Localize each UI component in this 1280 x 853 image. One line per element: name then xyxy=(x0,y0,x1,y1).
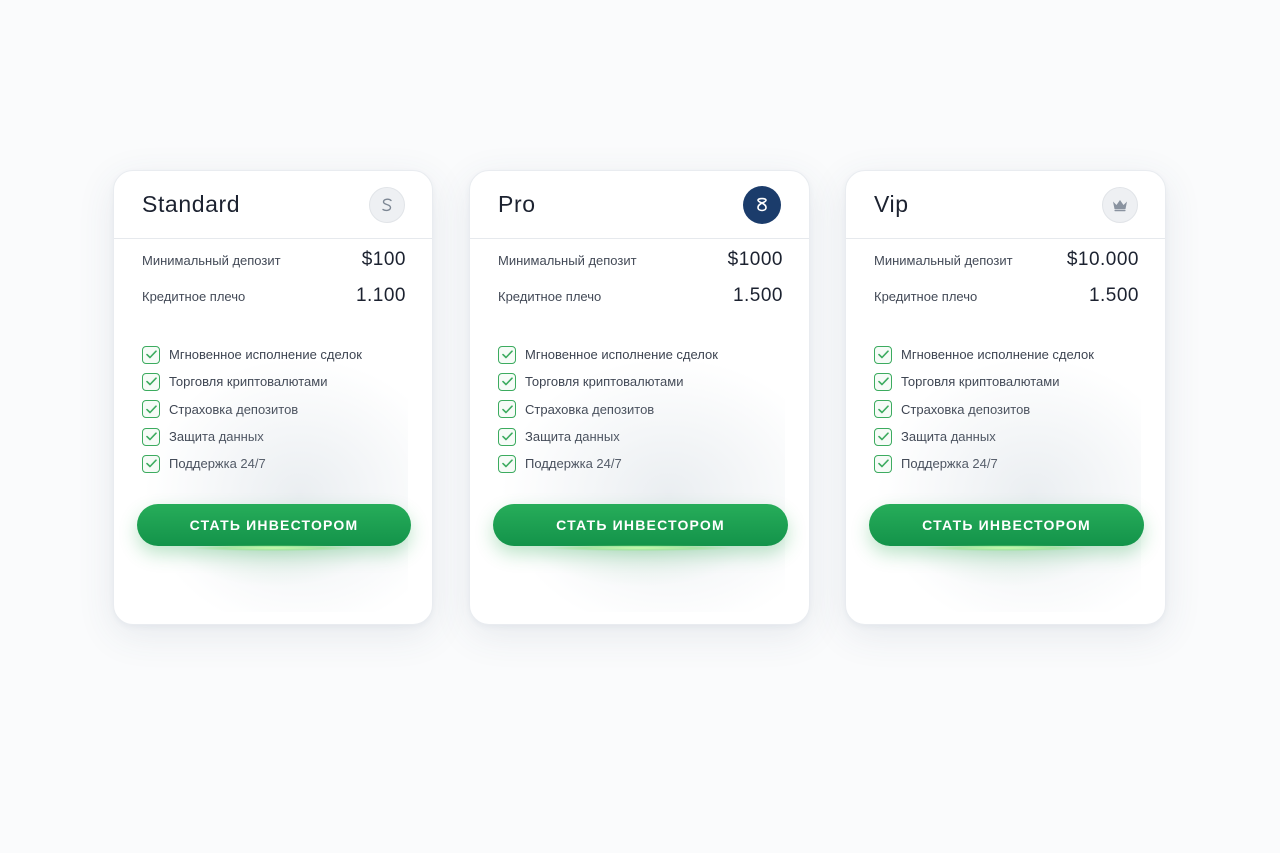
feature-item: Поддержка 24/7 xyxy=(498,450,809,477)
button-glow xyxy=(550,545,729,551)
feature-list: Мгновенное исполнение сделок Торговля кр… xyxy=(470,341,809,477)
stat-leverage: Кредитное плечо 1.500 xyxy=(498,275,783,311)
feature-label: Торговля криптовалютами xyxy=(525,374,684,390)
crown-icon xyxy=(1102,187,1138,223)
feature-item: Торговля криптовалютами xyxy=(498,368,809,395)
stat-leverage: Кредитное плечо 1.100 xyxy=(142,275,406,311)
check-icon xyxy=(874,372,892,391)
stat-label: Минимальный депозит xyxy=(874,253,1013,268)
check-icon xyxy=(498,454,516,473)
check-icon xyxy=(142,400,160,419)
feature-list: Мгновенное исполнение сделок Торговля кр… xyxy=(846,341,1165,477)
check-icon xyxy=(498,372,516,391)
feature-label: Защита данных xyxy=(901,429,996,445)
check-icon xyxy=(874,400,892,419)
pricing-section: Standard Минимальный депозит $100 Кредит… xyxy=(0,0,1280,853)
feature-item: Поддержка 24/7 xyxy=(874,450,1165,477)
stat-label: Кредитное плечо xyxy=(498,289,602,304)
feature-label: Страховка депозитов xyxy=(901,401,1031,417)
plan-header: Pro xyxy=(470,171,809,239)
plan-header: Standard xyxy=(114,171,432,239)
infinity-knot-icon xyxy=(743,186,781,224)
stat-value: $1000 xyxy=(727,249,783,270)
feature-label: Защита данных xyxy=(525,429,620,445)
plan-card-pro: Pro Минимальный депозит $1000 Кредитное … xyxy=(469,170,810,625)
stat-leverage: Кредитное плечо 1.500 xyxy=(874,275,1139,311)
check-icon xyxy=(142,372,160,391)
feature-item: Торговля криптовалютами xyxy=(142,368,432,395)
check-icon xyxy=(498,427,516,446)
feature-item: Страховка депозитов xyxy=(142,396,432,423)
become-investor-button[interactable]: СТАТЬ ИНВЕСТОРОМ xyxy=(137,504,411,546)
plan-stats: Минимальный депозит $100 Кредитное плечо… xyxy=(114,239,432,311)
feature-item: Страховка депозитов xyxy=(498,396,809,423)
feature-label: Защита данных xyxy=(169,429,264,445)
feature-item: Поддержка 24/7 xyxy=(142,450,432,477)
feature-item: Мгновенное исполнение сделок xyxy=(142,341,432,368)
stat-label: Минимальный депозит xyxy=(142,253,281,268)
feature-label: Мгновенное исполнение сделок xyxy=(525,347,718,363)
stat-label: Кредитное плечо xyxy=(142,289,246,304)
feature-item: Мгновенное исполнение сделок xyxy=(498,341,809,368)
stat-value: $10.000 xyxy=(1066,249,1139,270)
feature-label: Торговля криптовалютами xyxy=(169,374,328,390)
feature-label: Поддержка 24/7 xyxy=(169,456,266,472)
plan-card-standard: Standard Минимальный депозит $100 Кредит… xyxy=(113,170,433,625)
plan-stats: Минимальный депозит $1000 Кредитное плеч… xyxy=(470,239,809,311)
stat-min-deposit: Минимальный депозит $1000 xyxy=(498,239,783,275)
feature-label: Мгновенное исполнение сделок xyxy=(169,347,362,363)
feature-item: Защита данных xyxy=(142,423,432,450)
feature-label: Поддержка 24/7 xyxy=(901,456,998,472)
feature-item: Страховка депозитов xyxy=(874,396,1165,423)
check-icon xyxy=(874,454,892,473)
check-icon xyxy=(142,345,160,364)
stat-min-deposit: Минимальный депозит $100 xyxy=(142,239,406,275)
swirl-icon xyxy=(369,187,405,223)
stat-value: $100 xyxy=(361,249,406,270)
feature-label: Мгновенное исполнение сделок xyxy=(901,347,1094,363)
plan-title: Vip xyxy=(874,191,909,217)
feature-list: Мгновенное исполнение сделок Торговля кр… xyxy=(114,341,432,477)
plan-card-vip: Vip Минимальный депозит $10.000 Кредитно… xyxy=(845,170,1166,625)
feature-item: Защита данных xyxy=(498,423,809,450)
check-icon xyxy=(142,427,160,446)
feature-item: Торговля криптовалютами xyxy=(874,368,1165,395)
plan-stats: Минимальный депозит $10.000 Кредитное пл… xyxy=(846,239,1165,311)
button-glow xyxy=(194,545,352,551)
button-glow xyxy=(926,545,1085,551)
stat-min-deposit: Минимальный депозит $10.000 xyxy=(874,239,1139,275)
stat-label: Минимальный депозит xyxy=(498,253,637,268)
feature-item: Защита данных xyxy=(874,423,1165,450)
become-investor-button[interactable]: СТАТЬ ИНВЕСТОРОМ xyxy=(869,504,1144,546)
become-investor-button[interactable]: СТАТЬ ИНВЕСТОРОМ xyxy=(493,504,788,546)
plan-title: Standard xyxy=(142,191,241,217)
feature-label: Поддержка 24/7 xyxy=(525,456,622,472)
plan-header: Vip xyxy=(846,171,1165,239)
check-icon xyxy=(498,345,516,364)
feature-label: Страховка депозитов xyxy=(169,401,299,417)
check-icon xyxy=(874,345,892,364)
check-icon xyxy=(498,400,516,419)
check-icon xyxy=(874,427,892,446)
feature-label: Страховка депозитов xyxy=(525,401,655,417)
check-icon xyxy=(142,454,160,473)
stat-label: Кредитное плечо xyxy=(874,289,978,304)
stat-value: 1.500 xyxy=(732,285,783,306)
stat-value: 1.100 xyxy=(355,285,406,306)
feature-label: Торговля криптовалютами xyxy=(901,374,1060,390)
stat-value: 1.500 xyxy=(1088,285,1139,306)
plan-title: Pro xyxy=(498,191,536,217)
feature-item: Мгновенное исполнение сделок xyxy=(874,341,1165,368)
